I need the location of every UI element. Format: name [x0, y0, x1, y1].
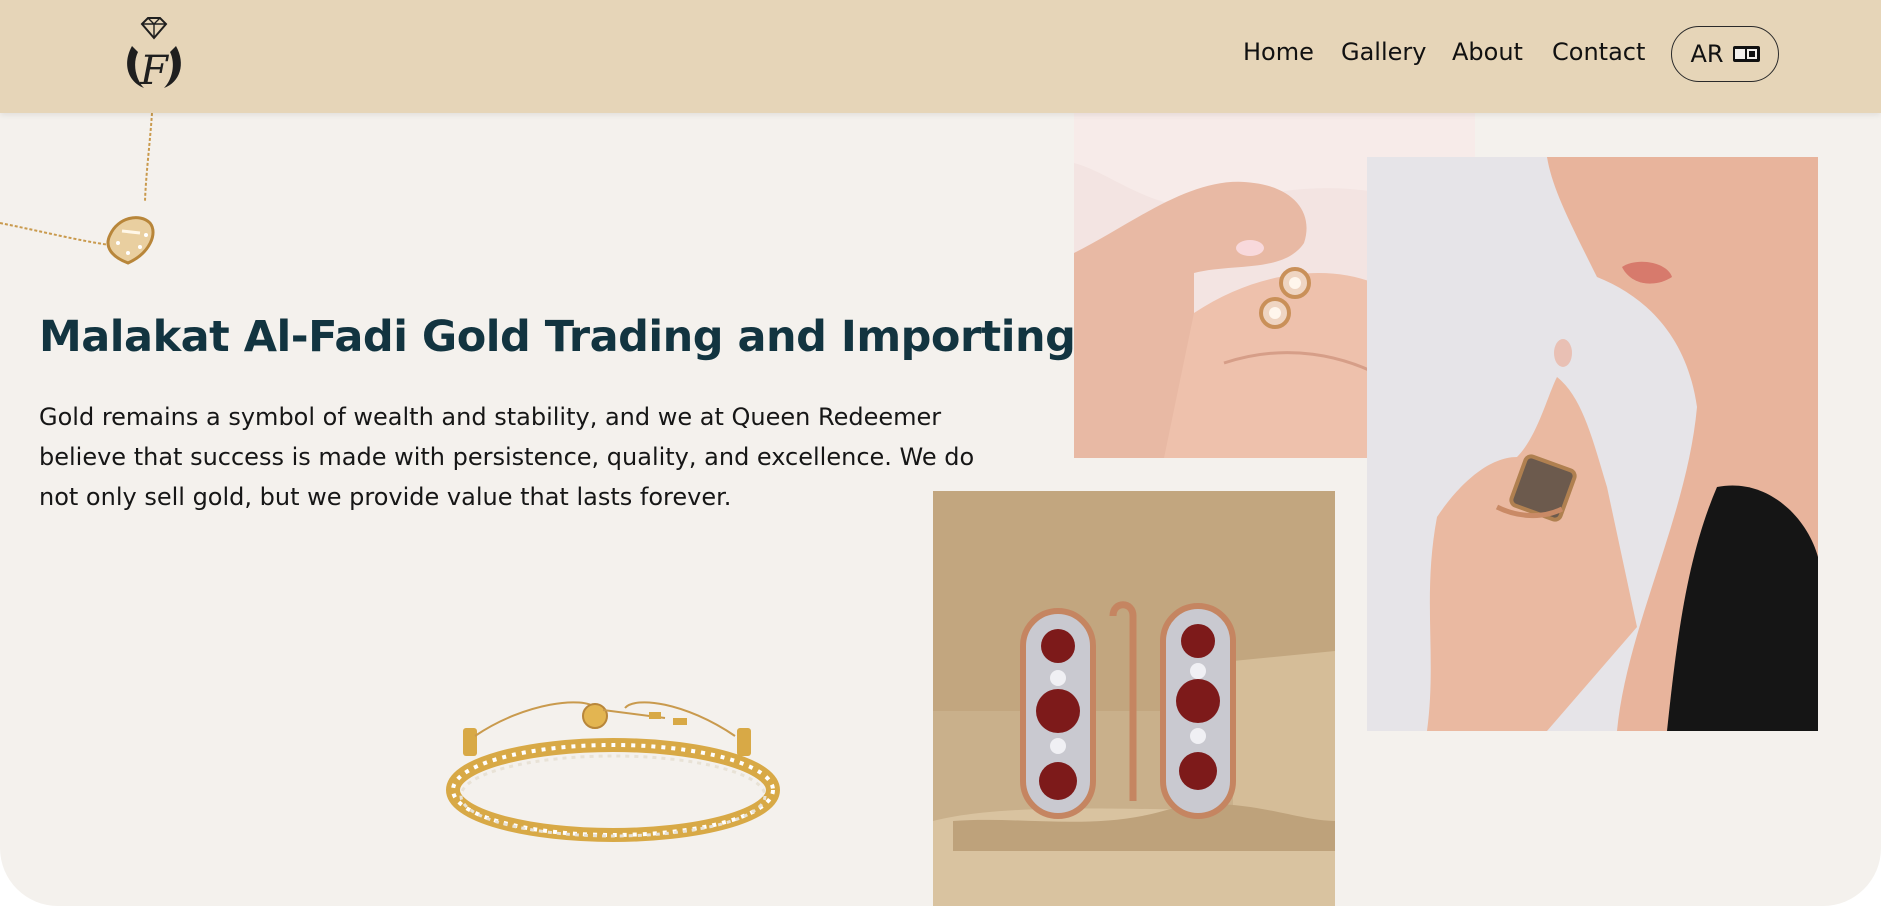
page: Malakat Al-Fadi Gold Trading and Importi…: [0, 0, 1881, 911]
woman-photo: [1367, 157, 1818, 731]
site-header: F Home Gallery About Contact AR: [0, 0, 1881, 113]
nav-home[interactable]: Home: [1243, 38, 1314, 66]
nav-about[interactable]: About: [1452, 38, 1523, 66]
diamond-crown-f-logo-icon[interactable]: F: [118, 16, 190, 94]
bracelet-image: [435, 688, 780, 853]
language-label: AR: [1690, 40, 1724, 68]
necklace-image: [0, 113, 170, 273]
hero-description: Gold remains a symbol of wealth and stab…: [39, 403, 975, 511]
translate-icon: [1732, 46, 1760, 62]
nav-contact[interactable]: Contact: [1552, 38, 1645, 66]
earrings-photo: [933, 491, 1335, 906]
hero-title: Malakat Al-Fadi Gold Trading and Importi…: [39, 312, 1076, 362]
language-toggle-button[interactable]: AR: [1671, 26, 1779, 82]
nav-gallery[interactable]: Gallery: [1341, 38, 1426, 66]
hero-section: Malakat Al-Fadi Gold Trading and Importi…: [0, 0, 1881, 906]
svg-text:F: F: [139, 48, 169, 90]
